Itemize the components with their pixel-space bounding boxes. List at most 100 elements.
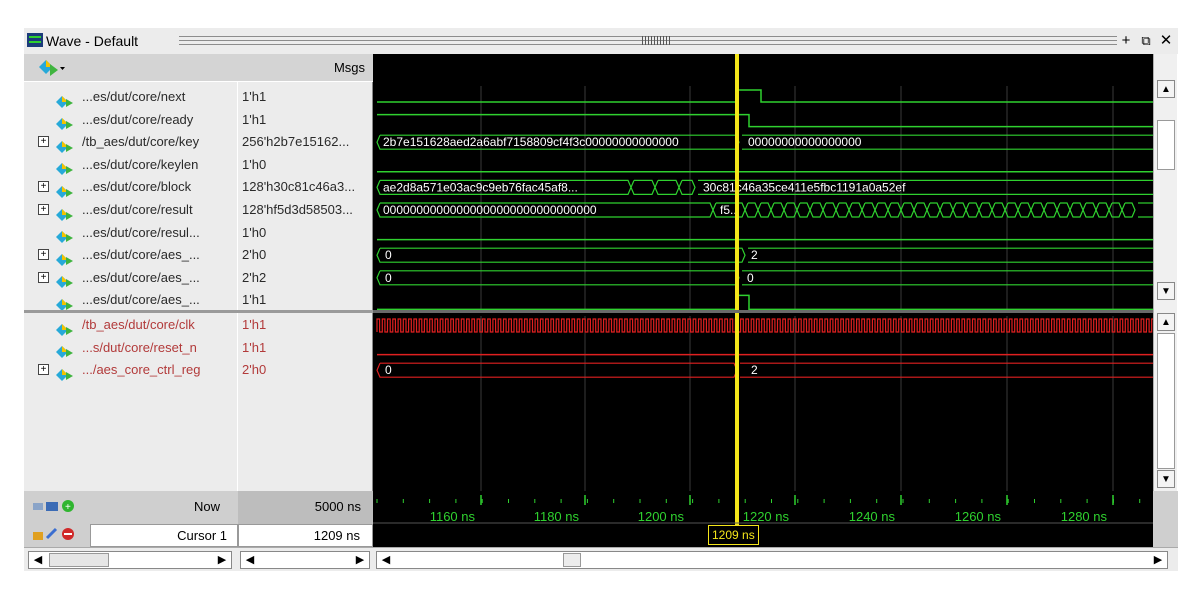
wave-result xyxy=(913,202,928,218)
signal-value: 2'h0 xyxy=(242,362,267,378)
signal-value: 128'h30c81c46a3... xyxy=(242,179,356,195)
undock-button[interactable]: ⧉ xyxy=(1137,32,1155,50)
signal-value: 256'h2b7e15162... xyxy=(242,134,350,150)
wave-result xyxy=(1069,202,1084,218)
add-pane-button[interactable]: + xyxy=(1117,32,1135,50)
scroll-right-icon[interactable]: ▶ xyxy=(1150,552,1166,568)
scroll-left-icon[interactable]: ◀ xyxy=(242,552,258,568)
wave-pane-divider[interactable] xyxy=(373,310,1153,313)
wave-result xyxy=(900,202,915,218)
names-hscroll[interactable]: ◀ ▶ xyxy=(28,551,232,569)
scroll-right-icon[interactable]: ▶ xyxy=(352,552,368,568)
signal-row[interactable]: ...es/dut/core/ready xyxy=(24,109,238,132)
signal-value: 1'h1 xyxy=(242,317,267,332)
waveform-area[interactable]: 2b7e151628aed2a6abf7158809cf4f3c00000000… xyxy=(373,54,1153,491)
waveform-canvas[interactable]: 2b7e151628aed2a6abf7158809cf4f3c00000000… xyxy=(373,54,1153,491)
signal-row[interactable]: + ...es/dut/core/aes_... xyxy=(24,244,238,267)
expand-toggle-icon[interactable]: + xyxy=(38,364,49,376)
vertical-scrollbar-top[interactable]: ▲ ▼ xyxy=(1153,54,1177,310)
wave-value-label: 2b7e151628aed2a6abf7158809cf4f3c00000000… xyxy=(383,135,679,149)
signal-value: 1'h0 xyxy=(242,224,267,240)
msgs-column-label: Msgs xyxy=(333,60,365,75)
wave-result xyxy=(1017,202,1032,218)
signal-name: .../aes_core_ctrl_reg xyxy=(82,362,201,378)
cursor-label: Cursor 1 xyxy=(177,528,227,543)
expand-toggle-icon[interactable]: + xyxy=(38,136,49,148)
scroll-up-icon[interactable]: ▲ xyxy=(1157,313,1175,331)
signal-name: ...es/dut/core/next xyxy=(82,89,186,104)
scroll-thumb[interactable] xyxy=(563,553,581,567)
signal-row[interactable]: + ...es/dut/core/aes_... xyxy=(24,267,238,290)
signal-name: ...es/dut/core/ready xyxy=(82,111,194,127)
wave-result xyxy=(926,202,941,218)
signal-row[interactable]: ...es/dut/core/aes_... xyxy=(24,289,238,312)
wave-result xyxy=(822,202,837,218)
signal-name: ...es/dut/core/keylen xyxy=(82,156,199,172)
scroll-left-icon[interactable]: ◀ xyxy=(378,552,394,568)
expand-toggle-icon[interactable]: + xyxy=(38,271,49,283)
signal-names-pane: ...es/dut/core/next ...es/dut/core/ready +… xyxy=(24,54,238,491)
wave-hscroll[interactable]: ◀ ▶ xyxy=(376,551,1168,569)
wave-result xyxy=(1121,202,1136,218)
wave-result xyxy=(965,202,980,218)
cursor-value-cell[interactable]: 1209 ns xyxy=(238,524,373,547)
scroll-thumb[interactable] xyxy=(1157,120,1175,170)
signal-row[interactable]: ...es/dut/core/next xyxy=(24,86,238,109)
signal-row[interactable]: + ...es/dut/core/block xyxy=(24,176,238,199)
now-icons[interactable]: + xyxy=(32,498,80,517)
scroll-thumb[interactable] xyxy=(1157,333,1175,469)
wave-value-label: 0 xyxy=(385,363,392,377)
wave-clk xyxy=(376,318,1153,333)
undock-icon: ⧉ xyxy=(1141,33,1151,48)
scroll-up-icon[interactable]: ▲ xyxy=(1157,80,1175,98)
scroll-thumb[interactable] xyxy=(49,553,109,567)
scroll-right-icon[interactable]: ▶ xyxy=(214,552,230,568)
wave-ctrl-reg xyxy=(376,362,738,378)
now-label: Now xyxy=(194,499,221,514)
pane-divider[interactable] xyxy=(24,310,373,313)
wave-value-label: 30c81c46a35ce411e5fbc1191a0a52ef xyxy=(703,180,906,194)
scroll-left-icon[interactable]: ◀ xyxy=(30,552,46,568)
scroll-down-icon[interactable]: ▼ xyxy=(1157,282,1175,300)
wave-value-label: 00000000000000000000000000000000 xyxy=(383,203,597,217)
wave-value-label: 2 xyxy=(751,363,758,377)
wave-window-icon xyxy=(27,33,43,47)
wave-result xyxy=(939,202,954,218)
wave-result xyxy=(796,202,811,218)
signal-type-dropdown[interactable] xyxy=(38,59,66,80)
scroll-down-icon[interactable]: ▼ xyxy=(1157,470,1175,488)
signal-row[interactable]: /tb_aes/dut/core/clk xyxy=(24,314,238,337)
cursor-icons[interactable] xyxy=(32,526,80,545)
drag-grip-icon[interactable] xyxy=(642,36,672,45)
expand-toggle-icon[interactable]: + xyxy=(38,204,49,215)
wave-result xyxy=(991,202,1006,218)
cursor-time-marker[interactable]: 1209 ns xyxy=(708,525,759,545)
tick-label: 1200 ns xyxy=(638,509,685,524)
window-title-bar[interactable]: Wave - Default + ⧉ ✕ xyxy=(24,28,1178,54)
signal-row[interactable]: + /tb_aes/dut/core/key xyxy=(24,131,238,154)
signal-row[interactable]: + ...es/dut/core/result xyxy=(24,199,238,222)
wave-result xyxy=(744,202,759,218)
values-hscroll[interactable]: ◀ ▶ xyxy=(240,551,370,569)
close-button[interactable]: ✕ xyxy=(1157,32,1175,50)
signal-values-pane: Msgs 1'h1 1'h1 256'h2b7e15162... 1'h0 128'h3… xyxy=(238,54,373,491)
signal-row[interactable]: ...es/dut/core/resul... xyxy=(24,222,238,245)
now-value-cell: 5000 ns xyxy=(238,491,373,524)
expand-toggle-icon[interactable]: + xyxy=(38,181,49,193)
signal-value: 2'h2 xyxy=(242,269,267,285)
signal-value: 1'h1 xyxy=(242,89,267,104)
vertical-scrollbar-bottom[interactable]: ▲ ▼ xyxy=(1153,310,1177,491)
signal-row[interactable]: + .../aes_core_ctrl_reg xyxy=(24,359,238,382)
expand-toggle-icon[interactable]: + xyxy=(38,249,49,261)
wave-result xyxy=(848,202,863,218)
cursor-name-cell[interactable]: Cursor 1 xyxy=(90,524,238,547)
wave-value-label: 0 xyxy=(385,271,392,285)
signal-row[interactable]: ...es/dut/core/keylen xyxy=(24,154,238,177)
signal-icon xyxy=(56,363,74,385)
signal-value: 1'h1 xyxy=(242,111,267,127)
wave-result xyxy=(770,202,785,218)
time-axis-canvas[interactable]: 1160 ns 1180 ns 1200 ns 1220 ns 1240 ns 1260 … xyxy=(373,491,1153,547)
time-axis[interactable]: 1160 ns 1180 ns 1200 ns 1220 ns 1240 ns 1260 … xyxy=(373,491,1153,547)
signal-row[interactable]: ...s/dut/core/reset_n xyxy=(24,337,238,360)
signal-name: /tb_aes/dut/core/key xyxy=(82,134,200,150)
